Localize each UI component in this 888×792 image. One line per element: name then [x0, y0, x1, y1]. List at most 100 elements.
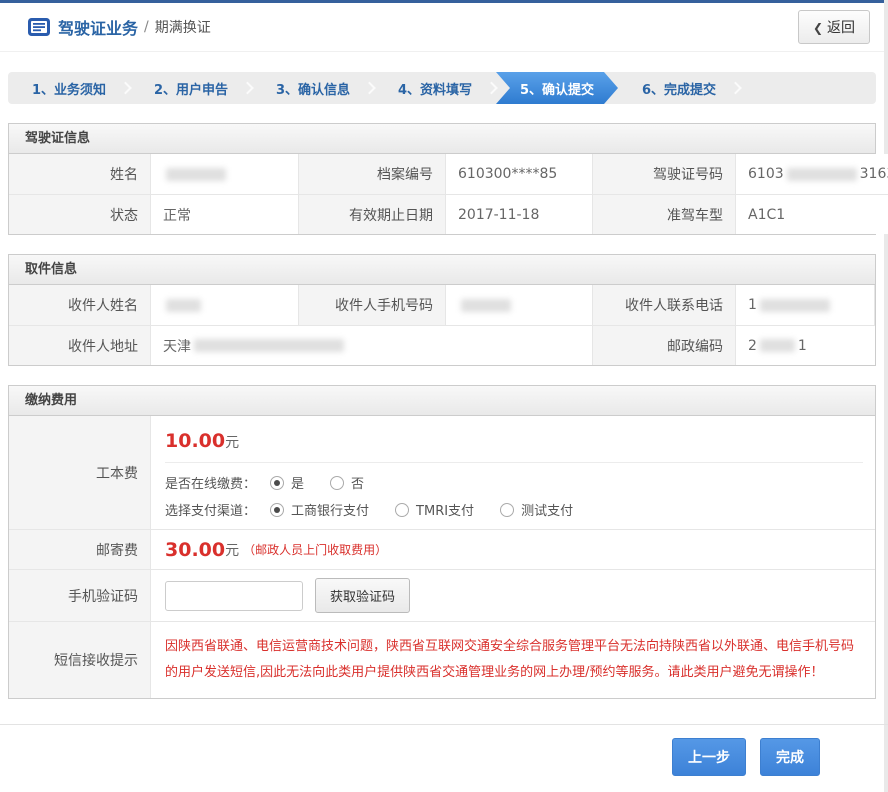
expiry-value: 2017-11-18	[446, 194, 593, 234]
pickup-info-panel: 取件信息 收件人姓名 收件人手机号码 收件人联系电话 1 收件人地址 天津 邮政…	[8, 254, 876, 366]
radio-unchecked-icon[interactable]	[395, 503, 409, 517]
get-code-button[interactable]: 获取验证码	[315, 578, 410, 613]
online-no-label: 否	[351, 473, 364, 492]
expiry-label: 有效期止日期	[299, 194, 446, 234]
redacted-address	[194, 339, 344, 352]
step-4-label: 4、资料填写	[398, 79, 472, 98]
redacted-recipient-mobile	[461, 299, 511, 312]
step-2-user-declaration: 2、用户申告	[130, 72, 252, 104]
fee-divider	[165, 462, 863, 463]
redacted-recipient-name	[166, 299, 201, 312]
step-2-label: 2、用户申告	[154, 79, 228, 98]
production-fee-amount: 10.00	[165, 430, 225, 452]
step-3-confirm-info: 3、确认信息	[252, 72, 374, 104]
chevron-separator-icon	[485, 82, 498, 95]
mailing-fee-amount: 30.00	[165, 539, 225, 561]
breadcrumb-separator: /	[144, 19, 149, 35]
postal-code-label: 邮政编码	[593, 325, 736, 365]
mailing-fee-cell: 30.00元（邮政人员上门收取费用）	[151, 529, 875, 569]
production-fee-label: 工本费	[9, 416, 151, 529]
address-prefix: 天津	[163, 336, 191, 356]
file-no-label: 档案编号	[299, 154, 446, 194]
online-payment-question: 是否在线缴费：	[165, 473, 256, 492]
recipient-name-label: 收件人姓名	[9, 285, 151, 325]
step-nav-filler	[740, 72, 876, 104]
step-5-label: 5、确认提交	[520, 79, 594, 98]
step-navigation: 1、业务须知 2、用户申告 3、确认信息 4、资料填写 5、确认提交 6、完成提…	[8, 72, 876, 104]
online-payment-row: 是否在线缴费： 是 否	[165, 473, 863, 492]
recipient-mobile-label: 收件人手机号码	[299, 285, 446, 325]
sms-notice-label: 短信接收提示	[9, 621, 151, 698]
breadcrumb-current: 期满换证	[155, 17, 211, 37]
payment-table: 工本费 10.00元 是否在线缴费： 是 否 选择支付渠道： 工商银行支付 TM…	[9, 416, 875, 698]
pickup-info-table: 收件人姓名 收件人手机号码 收件人联系电话 1 收件人地址 天津 邮政编码 21	[9, 285, 875, 365]
recipient-name-value	[151, 285, 299, 325]
name-value	[151, 154, 299, 194]
address-value: 天津	[151, 325, 593, 365]
license-info-table: 姓名 档案编号 610300****85 驾驶证号码 61033163X 状态 …	[9, 154, 875, 234]
license-no-prefix: 6103	[748, 166, 784, 182]
online-no-option[interactable]: 否	[330, 473, 364, 492]
file-no-value: 610300****85	[446, 154, 593, 194]
radio-checked-icon[interactable]	[270, 476, 284, 490]
mailing-fee-note: （邮政人员上门收取费用）	[243, 541, 387, 558]
online-yes-option[interactable]: 是	[270, 473, 304, 492]
step-1-business-notice: 1、业务须知	[8, 72, 130, 104]
step-6-complete-submit: 6、完成提交	[618, 72, 740, 104]
channel-test-option[interactable]: 测试支付	[500, 500, 573, 519]
payment-title: 缴纳费用	[9, 386, 875, 416]
license-no-label: 驾驶证号码	[593, 154, 736, 194]
channel-icbc-option[interactable]: 工商银行支付	[270, 500, 369, 519]
recipient-phone-label: 收件人联系电话	[593, 285, 736, 325]
step-6-label: 6、完成提交	[642, 79, 716, 98]
postal-prefix: 2	[748, 338, 757, 354]
mailing-fee-unit: 元	[225, 540, 239, 560]
name-label: 姓名	[9, 154, 151, 194]
step-3-label: 3、确认信息	[276, 79, 350, 98]
vehicle-class-value: A1C1	[736, 194, 888, 234]
production-fee-amount-line: 10.00元	[165, 426, 863, 452]
status-label: 状态	[9, 194, 151, 234]
license-info-panel: 驾驶证信息 姓名 档案编号 610300****85 驾驶证号码 6103316…	[8, 123, 876, 235]
status-value: 正常	[151, 194, 299, 234]
recipient-phone-value: 1	[736, 285, 875, 325]
payment-panel: 缴纳费用 工本费 10.00元 是否在线缴费： 是 否 选择支付渠道： 工商银行…	[8, 385, 876, 699]
radio-unchecked-icon[interactable]	[500, 503, 514, 517]
postal-code-value: 21	[736, 325, 875, 365]
sms-code-cell: 获取验证码	[151, 569, 875, 621]
channel-icbc-label: 工商银行支付	[291, 500, 369, 519]
license-info-title: 驾驶证信息	[9, 124, 875, 154]
redacted-postal	[760, 339, 795, 352]
redacted-license-no	[787, 168, 857, 181]
step-4-fill-data: 4、资料填写	[374, 72, 496, 104]
payment-channel-question: 选择支付渠道：	[165, 500, 256, 519]
chevron-separator-icon	[729, 82, 742, 95]
redacted-recipient-phone	[760, 299, 830, 312]
payment-channel-row: 选择支付渠道： 工商银行支付 TMRI支付 测试支付	[165, 500, 863, 519]
back-button[interactable]: ❮返回	[798, 10, 870, 44]
radio-checked-icon[interactable]	[270, 503, 284, 517]
license-no-value: 61033163X	[736, 154, 888, 194]
page: 驾驶证业务 / 期满换证 ❮返回 1、业务须知 2、用户申告 3、确认信息 4、…	[0, 0, 884, 792]
header: 驾驶证业务 / 期满换证 ❮返回	[0, 3, 884, 52]
sms-code-input[interactable]	[165, 581, 303, 611]
step-5-confirm-submit-active: 5、确认提交	[496, 72, 618, 104]
postal-suffix: 1	[798, 338, 807, 354]
sms-code-label: 手机验证码	[9, 569, 151, 621]
back-button-label: 返回	[827, 20, 855, 36]
channel-tmri-option[interactable]: TMRI支付	[395, 500, 474, 519]
pickup-info-title: 取件信息	[9, 255, 875, 285]
mailing-fee-label: 邮寄费	[9, 529, 151, 569]
recipient-phone-prefix: 1	[748, 297, 757, 313]
radio-unchecked-icon[interactable]	[330, 476, 344, 490]
previous-step-button[interactable]: 上一步	[672, 738, 746, 776]
channel-test-label: 测试支付	[521, 500, 573, 519]
sms-notice-text: 因陕西省联通、电信运营商技术问题，陕西省互联网交通安全综合服务管理平台无法向持陕…	[151, 621, 875, 698]
finish-button[interactable]: 完成	[760, 738, 820, 776]
production-fee-unit: 元	[225, 435, 239, 451]
vehicle-class-label: 准驾车型	[593, 194, 736, 234]
license-card-icon	[28, 18, 50, 36]
production-fee-cell: 10.00元 是否在线缴费： 是 否 选择支付渠道： 工商银行支付 TMRI支付…	[151, 416, 875, 529]
step-1-label: 1、业务须知	[32, 79, 106, 98]
address-label: 收件人地址	[9, 325, 151, 365]
